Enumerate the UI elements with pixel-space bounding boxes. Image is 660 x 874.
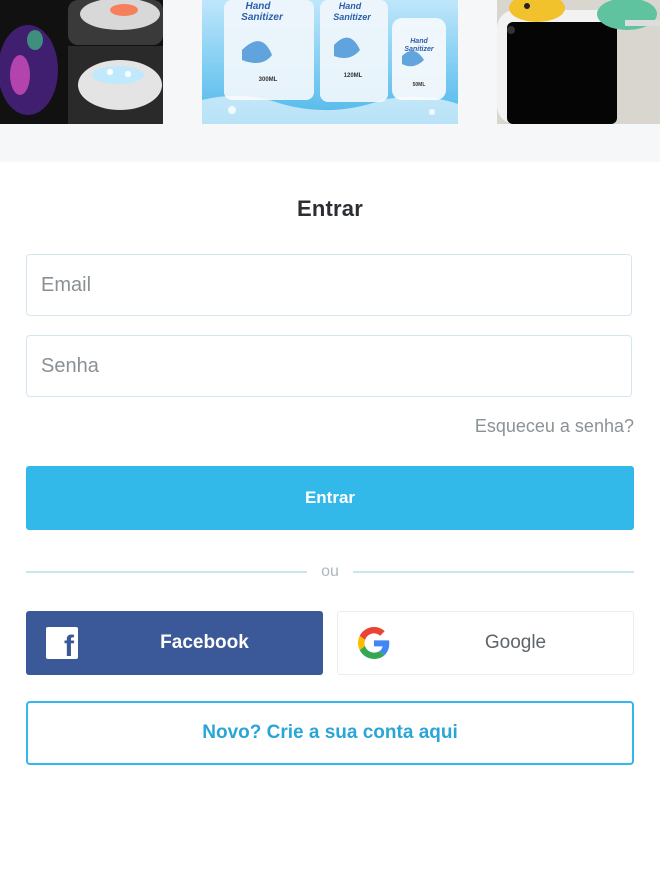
facebook-icon: f	[46, 627, 78, 659]
google-login-button[interactable]: Google	[337, 611, 634, 675]
or-divider: ou	[26, 562, 635, 582]
svg-text:Hand: Hand	[339, 1, 362, 11]
svg-text:120ML: 120ML	[344, 73, 363, 79]
login-button[interactable]: Entrar	[26, 466, 634, 530]
divider-line-right	[352, 571, 635, 573]
svg-text:Sanitizer: Sanitizer	[404, 46, 434, 53]
email-input[interactable]	[27, 255, 631, 315]
hand-sanitizer-image[interactable]: Hand Sanitizer Hand Sanitizer Hand Sanit…	[202, 0, 458, 124]
svg-text:Hand: Hand	[246, 1, 272, 12]
password-field[interactable]	[26, 335, 632, 397]
facebook-login-button[interactable]: f Facebook	[26, 611, 323, 675]
svg-text:Sanitizer: Sanitizer	[333, 12, 371, 22]
divider-line-left	[26, 571, 308, 573]
create-account-button[interactable]: Novo? Crie a sua conta aqui	[26, 701, 634, 765]
facebook-label: Facebook	[160, 632, 249, 653]
svg-text:50ML: 50ML	[413, 82, 426, 88]
google-icon	[358, 627, 390, 659]
svg-text:Hand: Hand	[410, 38, 428, 45]
divider-label: ou	[321, 563, 339, 580]
phone-cable-bite-image[interactable]	[497, 0, 660, 124]
svg-text:Sanitizer: Sanitizer	[241, 12, 284, 23]
google-label: Google	[484, 632, 547, 653]
password-input[interactable]	[27, 336, 631, 396]
product-banner: Hand Sanitizer Hand Sanitizer Hand Sanit…	[0, 0, 660, 162]
email-field[interactable]	[26, 254, 632, 316]
svg-text:300ML: 300ML	[259, 77, 278, 83]
page-title: Entrar	[297, 196, 363, 221]
light-up-shoelaces-image[interactable]	[0, 0, 163, 124]
forgot-password-link[interactable]: Esqueceu a senha?	[475, 416, 634, 437]
